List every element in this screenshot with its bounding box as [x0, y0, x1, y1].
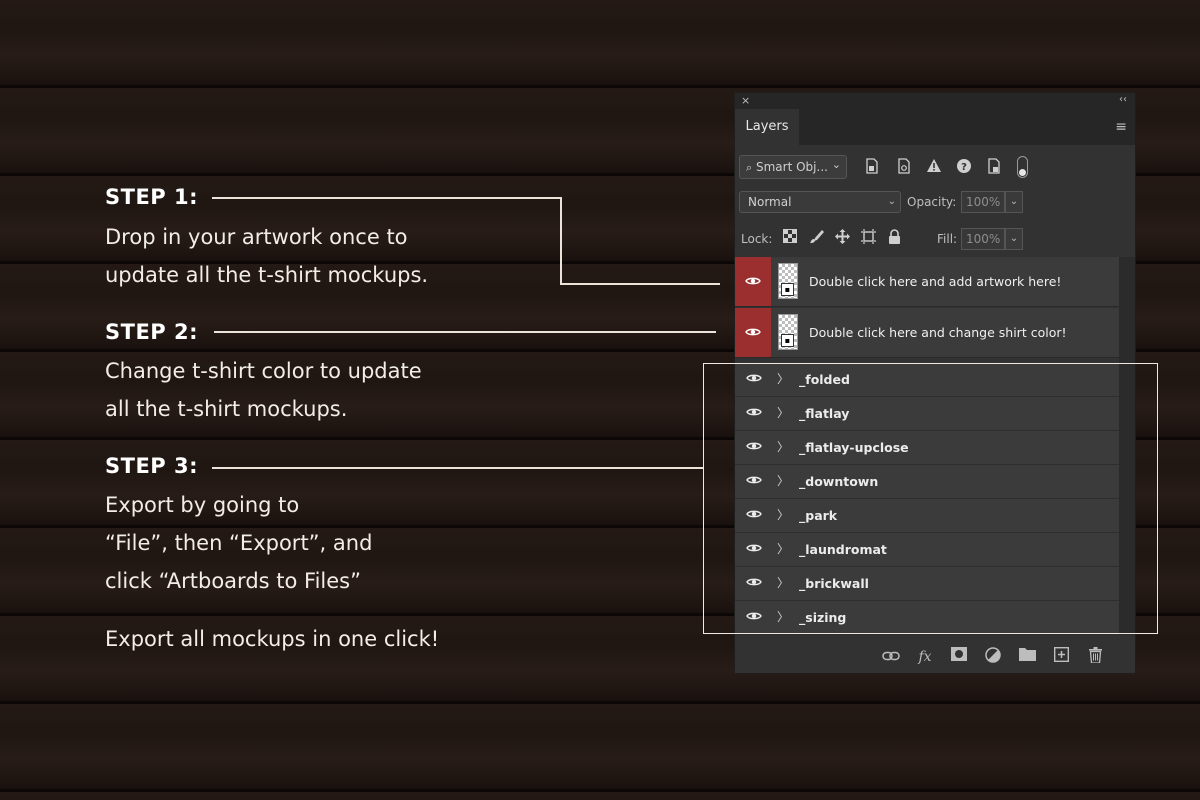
- opacity-field[interactable]: 100%: [961, 191, 1005, 213]
- blend-row: Normal ⌄ Opacity: 100% ⌄: [739, 191, 1129, 215]
- new-smart-object-filter-icon[interactable]: [863, 158, 881, 176]
- layer-name[interactable]: Double click here and change shirt color…: [809, 308, 1067, 357]
- step-1-connector-h1: [212, 197, 561, 199]
- lock-row: Lock: Fill: 100% ⌄: [739, 227, 1129, 251]
- lock-all-icon[interactable]: [885, 229, 903, 247]
- help-icon[interactable]: ?: [955, 158, 973, 176]
- smart-object-thumbnail: ▪: [778, 314, 798, 350]
- fx-icon[interactable]: fx: [915, 647, 935, 667]
- chevron-down-icon: ⌄: [887, 196, 896, 207]
- smart-layer-artwork[interactable]: ▪ Double click here and add artwork here…: [735, 257, 1119, 307]
- fill-field[interactable]: 100%: [961, 228, 1005, 250]
- linked-filter-icon[interactable]: [895, 158, 913, 176]
- smart-object-thumbnail: ▪: [778, 263, 798, 299]
- step-1-connector-v: [560, 197, 562, 284]
- step-2-connector: [214, 331, 716, 333]
- chevron-down-icon: ⌄: [831, 158, 841, 171]
- lock-artboard-icon[interactable]: [859, 229, 877, 247]
- fill-label: Fill:: [937, 232, 958, 246]
- warning-icon[interactable]: [925, 158, 943, 176]
- close-icon[interactable]: ×: [741, 94, 750, 107]
- search-icon: ⌕: [746, 161, 753, 174]
- blend-mode-select[interactable]: Normal ⌄: [739, 191, 901, 213]
- svg-text:?: ?: [961, 162, 967, 173]
- layer-name[interactable]: Double click here and add artwork here!: [809, 257, 1061, 306]
- adjustment-icon[interactable]: [983, 647, 1003, 667]
- eye-icon[interactable]: [735, 257, 771, 306]
- smart-object-badge-icon: ▪: [781, 283, 794, 296]
- opacity-dropdown[interactable]: ⌄: [1005, 191, 1023, 213]
- panel-bottom-bar: fx: [735, 641, 1135, 673]
- trash-icon[interactable]: [1085, 647, 1105, 667]
- panel-title-bar: × ‹‹: [735, 93, 1135, 109]
- file-icon[interactable]: [985, 158, 1003, 176]
- new-layer-icon[interactable]: [1051, 646, 1071, 667]
- tab-layers[interactable]: Layers: [735, 109, 799, 145]
- step-2-text: Change t-shirt color to update all the t…: [105, 359, 422, 421]
- blend-mode-value: Normal: [748, 195, 792, 209]
- smart-object-badge-icon: ▪: [781, 334, 794, 347]
- step-2-title: STEP 2:: [105, 320, 199, 344]
- filter-row: ⌕ Smart Obj... ⌄ ?: [739, 155, 1129, 181]
- footer-note: Export all mockups in one click!: [105, 627, 440, 651]
- lock-image-pixels-icon[interactable]: [807, 229, 825, 247]
- step-1-text: Drop in your artwork once to update all …: [105, 225, 429, 287]
- step-3-text: Export by going to “File”, then “Export”…: [105, 493, 373, 593]
- mask-icon[interactable]: [949, 647, 969, 667]
- link-icon[interactable]: [881, 647, 901, 667]
- collapse-icon[interactable]: ‹‹: [1119, 94, 1127, 105]
- toggle-knob: [1019, 169, 1026, 176]
- fill-dropdown[interactable]: ⌄: [1005, 228, 1023, 250]
- lock-label: Lock:: [741, 232, 773, 246]
- lock-position-icon[interactable]: [833, 229, 851, 247]
- smart-layer-shirt-color[interactable]: ▪ Double click here and change shirt col…: [735, 308, 1119, 358]
- folder-icon[interactable]: [1017, 647, 1037, 667]
- step-1-title: STEP 1:: [105, 185, 199, 209]
- opacity-label: Opacity:: [907, 195, 957, 209]
- tab-strip: Layers ≡: [735, 109, 1135, 145]
- step-3-connector: [212, 467, 704, 469]
- eye-icon[interactable]: [735, 308, 771, 357]
- step-3-title: STEP 3:: [105, 454, 199, 478]
- lock-transparent-pixels-icon[interactable]: [781, 229, 799, 247]
- filter-toggle[interactable]: [1017, 156, 1028, 178]
- step-1-connector-h2: [560, 283, 720, 285]
- groups-highlight-box: [703, 363, 1158, 634]
- filter-type-value: Smart Obj...: [756, 160, 828, 174]
- layer-filter-select[interactable]: ⌕ Smart Obj... ⌄: [739, 155, 847, 179]
- panel-menu-icon[interactable]: ≡: [1115, 119, 1127, 135]
